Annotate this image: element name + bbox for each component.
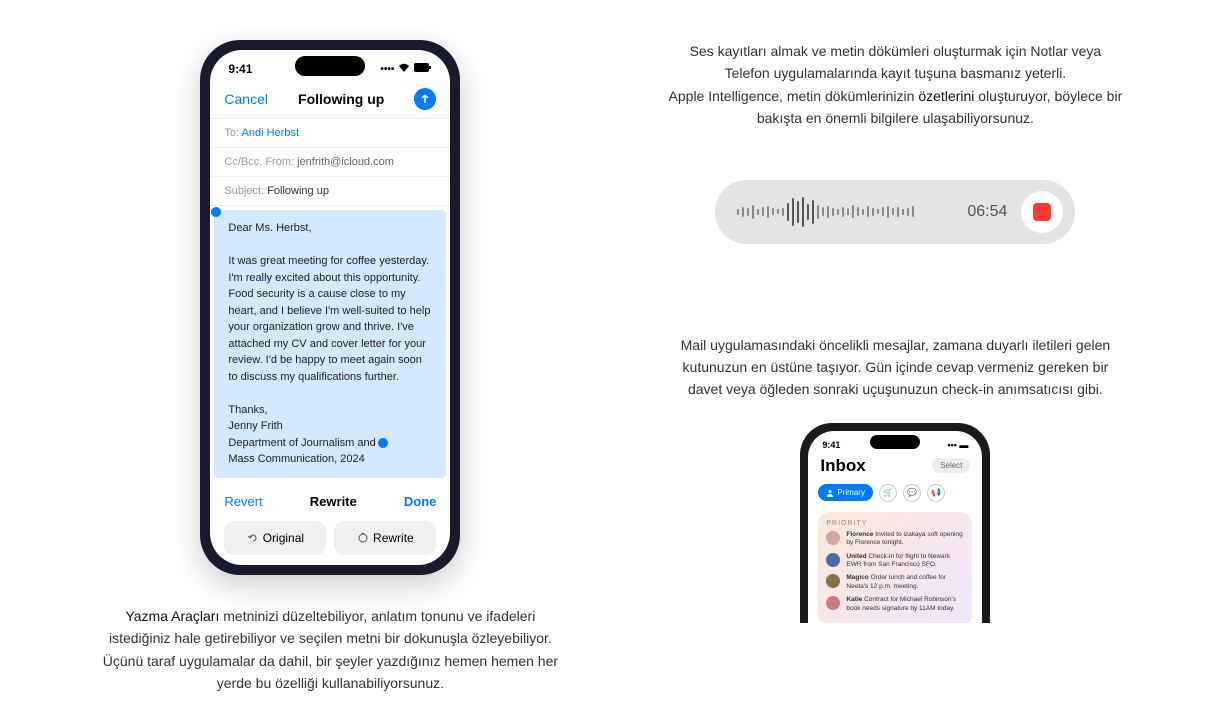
inbox-title: Inbox (820, 456, 865, 476)
mail-summary: Katie Contract for Michael Robinson's bo… (846, 596, 964, 613)
recording-time: 06:54 (967, 203, 1007, 221)
rewrite-label: Rewrite (310, 494, 357, 509)
to-field[interactable]: To: Andi Herbst (210, 119, 450, 148)
waveform (737, 194, 953, 230)
compose-title: Following up (298, 91, 384, 107)
send-button[interactable] (414, 88, 436, 110)
undo-icon (247, 532, 259, 544)
revert-button[interactable]: Revert (224, 494, 262, 509)
priority-mail-item[interactable]: Katie Contract for Michael Robinson's bo… (826, 596, 964, 613)
audio-transcription-caption: Ses kayıtları almak ve metin dökümleri o… (665, 40, 1125, 130)
phone-notch (295, 56, 365, 76)
cc-label: Cc/Bcc, From: (224, 156, 294, 168)
phone-mockup-mail-inbox: 9:41 ••• ▬ Inbox Select Primary 🛒 💬 📢 (800, 423, 990, 623)
rewrite-button[interactable]: Rewrite (334, 521, 436, 555)
person-icon (826, 489, 834, 497)
mail-summary: United Check-in for flight to Newark EWR… (846, 553, 964, 570)
to-label: To: (224, 127, 239, 139)
avatar (826, 553, 840, 567)
cc-field[interactable]: Cc/Bcc, From: jenfrith@icloud.com (210, 148, 450, 177)
avatar (826, 596, 840, 610)
subject-value: Following up (267, 185, 329, 197)
stop-record-button[interactable] (1021, 191, 1063, 233)
done-button[interactable]: Done (404, 494, 437, 509)
priority-mail-item[interactable]: Florence Invited to izakaya soft opening… (826, 531, 964, 548)
inbox-tabs: Primary 🛒 💬 📢 (808, 480, 982, 506)
priority-label: PRIORITY (826, 520, 964, 527)
selection-handle-end[interactable] (378, 438, 388, 448)
status-time: 9:41 (822, 440, 840, 450)
phone-mockup-mail-compose: 9:41 •••• Cancel Following up (200, 40, 460, 575)
signal-icon: •••• (380, 64, 394, 75)
avatar (826, 574, 840, 588)
audio-recorder: 06:54 (715, 180, 1075, 244)
phone-notch (870, 435, 920, 449)
wifi-icon (398, 63, 410, 76)
writing-tools-caption: Yazma Araçları metninizi düzeltebiliyor,… (100, 605, 560, 695)
rewrite-action-row: Revert Rewrite Done (210, 482, 450, 521)
to-value: Andi Herbst (242, 127, 299, 139)
cancel-button[interactable]: Cancel (224, 91, 268, 107)
mail-body-selection[interactable]: Dear Ms. Herbst, It was great meeting fo… (214, 210, 446, 478)
tab-primary[interactable]: Primary (818, 484, 873, 501)
mail-body-text: Dear Ms. Herbst, It was great meeting fo… (228, 220, 432, 468)
rewrite-icon (357, 532, 369, 544)
subject-field[interactable]: Subject: Following up (210, 177, 450, 206)
mail-summary: Florence Invited to izakaya soft opening… (846, 531, 964, 548)
mail-summary: Magico Order lunch and coffee for Neeta'… (846, 574, 964, 591)
status-time: 9:41 (228, 62, 252, 76)
avatar (826, 531, 840, 545)
subject-label: Subject: (224, 185, 264, 197)
original-button[interactable]: Original (224, 521, 326, 555)
priority-mail-item[interactable]: Magico Order lunch and coffee for Neeta'… (826, 574, 964, 591)
selection-handle-start[interactable] (211, 207, 221, 217)
battery-icon (414, 63, 432, 75)
tab-transactions[interactable]: 🛒 (879, 484, 897, 502)
priority-mail-caption: Mail uygulamasındaki öncelikli mesajlar,… (675, 334, 1115, 401)
select-button[interactable]: Select (932, 458, 970, 473)
tab-updates[interactable]: 💬 (903, 484, 921, 502)
cc-value: jenfrith@icloud.com (297, 156, 394, 168)
tab-promotions[interactable]: 📢 (927, 484, 945, 502)
status-icons: •••• (380, 63, 432, 76)
priority-section: PRIORITY Florence Invited to izakaya sof… (818, 512, 972, 623)
priority-mail-item[interactable]: United Check-in for flight to Newark EWR… (826, 553, 964, 570)
stop-icon (1033, 203, 1051, 221)
compose-nav-bar: Cancel Following up (210, 80, 450, 119)
status-icons: ••• ▬ (947, 440, 968, 450)
